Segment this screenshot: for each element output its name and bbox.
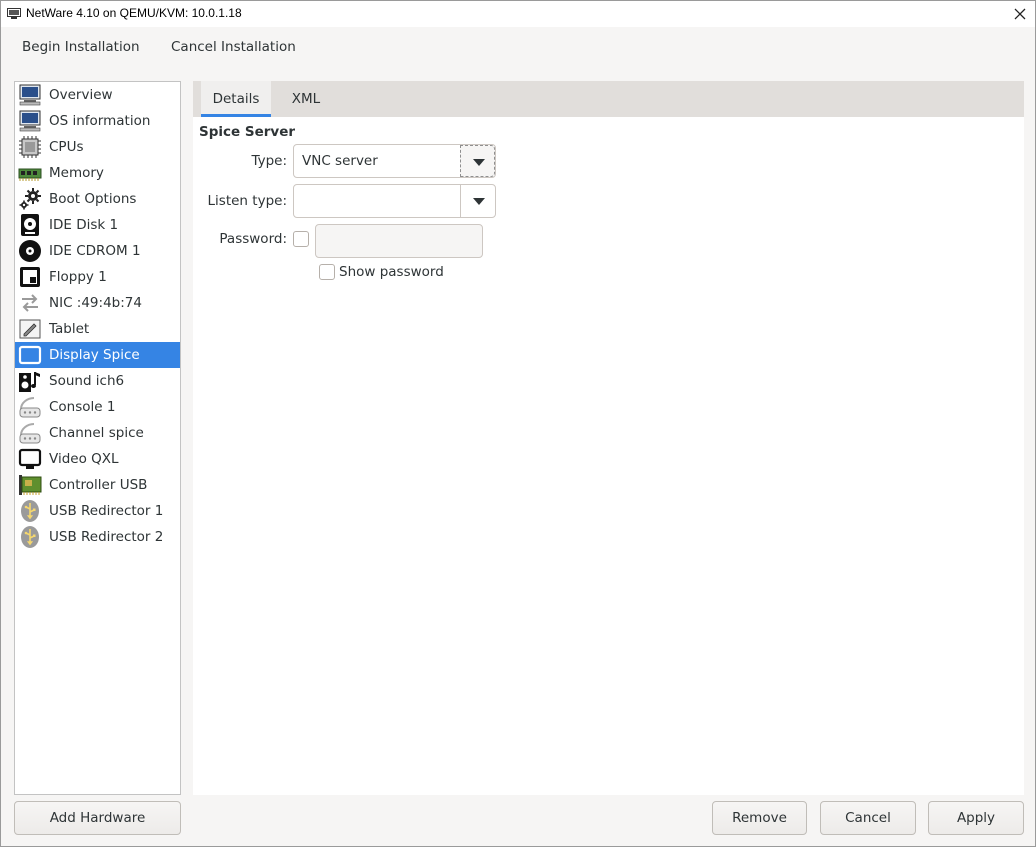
sidebar-item-label: Video QXL xyxy=(49,451,119,467)
display-icon xyxy=(18,345,42,365)
sidebar-item-label: Channel spice xyxy=(49,425,144,441)
sidebar-item-console-1[interactable]: Console 1 xyxy=(15,394,180,420)
disk-icon xyxy=(21,214,39,236)
usb-icon xyxy=(21,500,39,522)
cdrom-icon xyxy=(19,240,41,262)
listen-type-select[interactable] xyxy=(293,184,496,218)
password-field[interactable] xyxy=(315,224,483,258)
listen-type-label: Listen type: xyxy=(207,193,287,209)
sidebar-item-ide-cdrom-1[interactable]: IDE CDROM 1 xyxy=(15,238,180,264)
sidebar-item-cpus[interactable]: CPUs xyxy=(15,134,180,160)
sidebar-item-label: Memory xyxy=(49,165,104,181)
app-icon xyxy=(7,8,21,19)
sidebar-item-label: IDE CDROM 1 xyxy=(49,243,141,259)
serial-icon xyxy=(19,423,41,444)
chevron-down-icon[interactable] xyxy=(460,145,495,177)
sidebar-item-controller-usb[interactable]: Controller USB xyxy=(15,472,180,498)
sidebar-item-label: Boot Options xyxy=(49,191,137,207)
tab-details[interactable]: Details xyxy=(201,81,271,117)
sound-icon xyxy=(19,372,40,392)
remove-button[interactable]: Remove xyxy=(712,801,807,835)
add-hardware-button[interactable]: Add Hardware xyxy=(14,801,181,835)
memory-icon xyxy=(18,168,42,181)
sidebar-item-overview[interactable]: Overview xyxy=(15,82,180,108)
type-label: Type: xyxy=(251,153,287,169)
monitor-icon xyxy=(19,84,41,106)
show-password-label: Show password xyxy=(339,264,444,280)
sidebar-item-video-qxl[interactable]: Video QXL xyxy=(15,446,180,472)
sidebar-item-ide-disk-1[interactable]: IDE Disk 1 xyxy=(15,212,180,238)
type-select-value: VNC server xyxy=(302,153,378,169)
password-label: Password: xyxy=(219,231,287,247)
apply-button[interactable]: Apply xyxy=(928,801,1024,835)
controller-icon xyxy=(19,475,42,495)
chevron-down-icon[interactable] xyxy=(460,185,495,217)
sidebar-item-floppy-1[interactable]: Floppy 1 xyxy=(15,264,180,290)
sidebar-item-label: NIC :49:4b:74 xyxy=(49,295,142,311)
password-enable-checkbox[interactable] xyxy=(293,231,309,247)
tablet-icon xyxy=(19,319,41,339)
sidebar-item-label: Tablet xyxy=(49,321,90,337)
sidebar-item-display-spice[interactable]: Display Spice xyxy=(15,342,180,368)
tab-bar: Details XML xyxy=(193,81,1024,117)
sidebar-item-sound-ich6[interactable]: Sound ich6 xyxy=(15,368,180,394)
toolbar: Begin Installation Cancel Installation xyxy=(1,27,1035,69)
sidebar-item-nic[interactable]: NIC :49:4b:74 xyxy=(15,290,180,316)
window-title: NetWare 4.10 on QEMU/KVM: 10.0.1.18 xyxy=(26,6,242,20)
sidebar-item-label: Sound ich6 xyxy=(49,373,125,389)
sidebar-item-os-information[interactable]: OS information xyxy=(15,108,180,134)
sidebar-item-label: CPUs xyxy=(49,139,84,155)
sidebar-item-label: IDE Disk 1 xyxy=(49,217,119,233)
video-icon xyxy=(18,448,42,469)
sidebar-item-boot-options[interactable]: Boot Options xyxy=(15,186,180,212)
sidebar-item-label: Controller USB xyxy=(49,477,148,493)
close-icon[interactable] xyxy=(1011,5,1029,23)
sidebar-item-label: Floppy 1 xyxy=(49,269,107,285)
sidebar-item-label: Display Spice xyxy=(49,347,140,363)
title-bar: NetWare 4.10 on QEMU/KVM: 10.0.1.18 xyxy=(1,1,1035,27)
gears-icon xyxy=(19,188,41,210)
cpu-icon xyxy=(19,136,41,158)
cancel-installation-button[interactable]: Cancel Installation xyxy=(171,39,296,55)
type-select[interactable]: VNC server xyxy=(293,144,496,178)
usb-icon xyxy=(21,526,39,548)
sidebar-item-label: Console 1 xyxy=(49,399,116,415)
sidebar-item-label: Overview xyxy=(49,87,113,103)
sidebar-item-label: USB Redirector 1 xyxy=(49,503,164,519)
serial-icon xyxy=(19,397,41,418)
sidebar-item-label: OS information xyxy=(49,113,151,129)
network-arrows-icon xyxy=(22,294,38,312)
monitor-icon xyxy=(19,110,41,132)
sidebar-item-usb-redirector-1[interactable]: USB Redirector 1 xyxy=(15,498,180,524)
cancel-button[interactable]: Cancel xyxy=(820,801,916,835)
hardware-list: Overview OS information CPUs Memory Boot… xyxy=(14,81,181,795)
show-password-checkbox[interactable] xyxy=(319,264,335,280)
details-panel: Details XML Spice Server Type: VNC serve… xyxy=(193,81,1024,795)
section-title: Spice Server xyxy=(199,124,296,140)
tab-xml[interactable]: XML xyxy=(283,81,329,117)
begin-installation-button[interactable]: Begin Installation xyxy=(22,39,140,55)
sidebar-item-usb-redirector-2[interactable]: USB Redirector 2 xyxy=(15,524,180,550)
sidebar-item-label: USB Redirector 2 xyxy=(49,529,164,545)
sidebar-item-tablet[interactable]: Tablet xyxy=(15,316,180,342)
sidebar-item-memory[interactable]: Memory xyxy=(15,160,180,186)
vm-details-window: NetWare 4.10 on QEMU/KVM: 10.0.1.18 Begi… xyxy=(0,0,1036,847)
sidebar-item-channel-spice[interactable]: Channel spice xyxy=(15,420,180,446)
floppy-icon xyxy=(20,267,40,287)
